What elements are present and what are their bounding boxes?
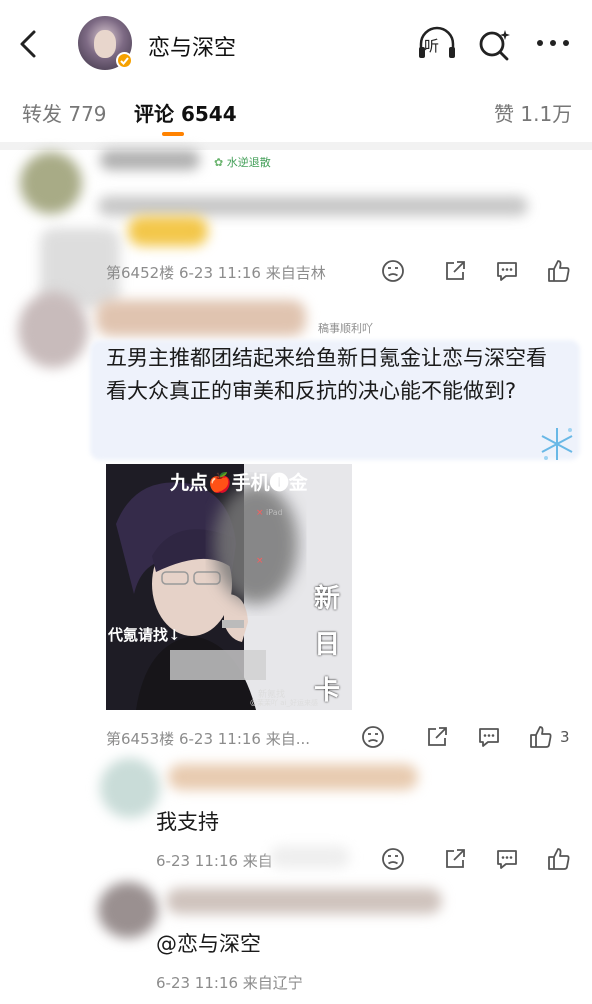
poster-mark: × — [256, 556, 264, 566]
like-icon[interactable] — [546, 846, 572, 872]
tab-likes[interactable]: 赞 1.1万 — [494, 98, 572, 127]
top-bar: 恋与深空 听 — [0, 0, 592, 88]
poster-watermark: @茉茉吖 ai_好运来感 — [250, 699, 318, 707]
avatar[interactable] — [98, 882, 158, 938]
comment-text: 五男主推都团结起来给鱼新日氪金让恋与深空看看大众真正的审美和反抗的决心能不能做到… — [106, 346, 547, 403]
dislike-icon[interactable] — [380, 846, 406, 872]
avatar[interactable] — [18, 292, 88, 368]
reply-text: 我支持 — [156, 810, 219, 834]
username-redacted — [168, 764, 418, 790]
page-title[interactable]: 恋与深空 — [148, 30, 236, 62]
poster-mark: × — [256, 508, 264, 518]
comment-icon[interactable] — [494, 846, 520, 872]
snowflake-decoration-icon — [536, 424, 578, 464]
share-icon[interactable] — [424, 724, 450, 750]
reply-text: @恋与深空 — [156, 932, 261, 956]
redaction — [270, 846, 350, 868]
more-icon[interactable] — [534, 32, 574, 54]
comment-image[interactable]: 九点🍎手机🅘金 × iPad × 代氪请找↓ 新日卡 新氪找 @茉茉吖 ai_好… — [106, 464, 352, 710]
reply-meta: 6-23 11:16 来自辽宁 — [156, 974, 303, 992]
share-icon[interactable] — [442, 258, 468, 284]
username-redacted — [166, 888, 442, 914]
divider — [0, 142, 592, 150]
poster-card-text: 新日卡 — [313, 584, 340, 706]
user-badge: 稿事顺利吖 — [318, 322, 373, 335]
like-icon[interactable] — [528, 724, 554, 750]
poster-side-text: 代氪请找↓ — [108, 626, 181, 644]
tab-comments[interactable]: 评论 6544 — [134, 98, 237, 127]
poster-ipad-text: iPad — [266, 508, 283, 517]
back-arrow-icon[interactable] — [14, 28, 46, 60]
active-tab-indicator — [162, 132, 184, 136]
username-redacted — [100, 150, 200, 170]
like-icon[interactable] — [546, 258, 572, 284]
username-redacted — [96, 300, 306, 336]
tab-repost[interactable]: 转发 779 — [22, 98, 107, 127]
tab-bar: 转发 779 评论 6544 赞 1.1万 — [0, 88, 592, 138]
comment-icon[interactable] — [494, 258, 520, 284]
comment-meta: 第6452楼 6-23 11:16 来自吉林 — [106, 264, 326, 282]
sticker-redacted — [128, 216, 208, 246]
comment-icon[interactable] — [476, 724, 502, 750]
listen-label: 听 — [424, 37, 440, 55]
comment-meta: 第6453楼 6-23 11:16 来自... — [106, 730, 311, 748]
search-sparkle-icon[interactable] — [478, 28, 512, 62]
comment-text-redacted — [98, 196, 528, 216]
avatar[interactable] — [20, 152, 82, 214]
poster-headline: 九点🍎手机🅘金 — [170, 472, 308, 494]
share-icon[interactable] — [442, 846, 468, 872]
avatar[interactable] — [100, 758, 160, 818]
verified-icon — [116, 52, 133, 69]
reply-meta: 6-23 11:16 来自 — [156, 852, 273, 870]
dislike-icon[interactable] — [380, 258, 406, 284]
user-badge: ✿ 水逆退散 — [214, 156, 271, 169]
listen-icon[interactable]: 听 — [416, 26, 458, 62]
dislike-icon[interactable] — [360, 724, 386, 750]
like-count: 3 — [560, 728, 570, 746]
